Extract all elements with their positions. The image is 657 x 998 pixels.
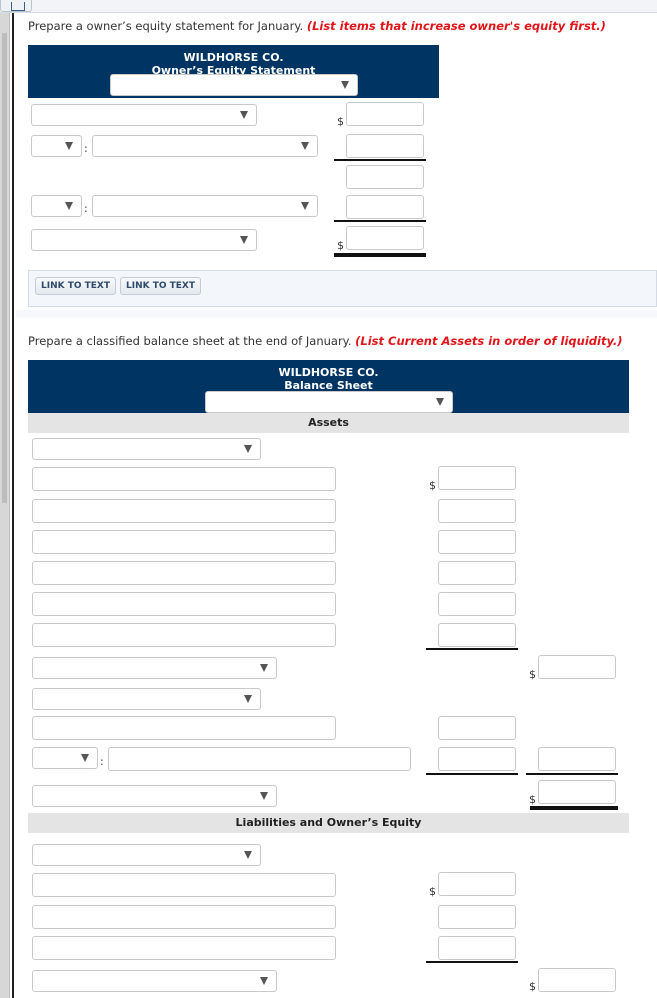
left-divider [12, 13, 14, 998]
asset-amount-input[interactable] [438, 499, 516, 523]
dollar-sign: $ [529, 668, 536, 681]
equity-row4-prefix-select[interactable] [31, 195, 82, 217]
colon-separator: : [84, 142, 88, 155]
balance-hint: (List Current Assets in order of liquidi… [355, 334, 623, 348]
total-double-rule [530, 806, 618, 810]
section-separator [16, 310, 657, 318]
chevron-down-icon [436, 398, 444, 406]
dollar-sign: $ [529, 793, 536, 806]
total-assets-select[interactable] [32, 785, 277, 807]
equity-row1-label-select[interactable] [31, 104, 257, 126]
chevron-down-icon [301, 142, 309, 150]
subtotal-rule [426, 961, 518, 963]
asset-item-input[interactable] [32, 716, 336, 740]
equity-row5-amount-input[interactable] [346, 226, 424, 250]
dollar-sign: $ [337, 115, 344, 128]
chevron-down-icon [341, 81, 349, 89]
liability-category-select[interactable] [32, 844, 261, 866]
chevron-down-icon [260, 664, 268, 672]
chevron-down-icon [260, 792, 268, 800]
asset-item-input[interactable] [32, 467, 336, 491]
chevron-down-icon [65, 202, 73, 210]
asset-amount-input[interactable] [438, 747, 516, 771]
asset-amount-input[interactable] [438, 623, 516, 647]
liability-item-input[interactable] [32, 873, 336, 897]
equity-hint: (List items that increase owner's equity… [306, 19, 606, 33]
dollar-sign: $ [337, 239, 344, 252]
equity-row5-label-select[interactable] [31, 229, 257, 251]
total-assets-input[interactable] [538, 780, 616, 804]
chevron-down-icon [244, 851, 252, 859]
asset-amount-input[interactable] [438, 592, 516, 616]
asset-category-select[interactable] [32, 688, 261, 710]
equity-row3-amount-input[interactable] [346, 165, 424, 189]
equity-prompt: Prepare a owner’s equity statement for J… [28, 19, 606, 33]
equity-row4-label-select[interactable] [92, 195, 318, 217]
dollar-sign: $ [429, 885, 436, 898]
chevron-down-icon [260, 977, 268, 985]
subtotal-rule [426, 773, 518, 775]
scrollbar[interactable] [0, 13, 10, 998]
total-current-assets-select[interactable] [32, 657, 277, 679]
equity-row4-amount-input[interactable] [346, 195, 424, 219]
asset-amount-input[interactable] [438, 530, 516, 554]
asset-amount-input[interactable] [438, 716, 516, 740]
equity-prompt-text: Prepare a owner’s equity statement for J… [28, 19, 304, 33]
net-asset-amount-input[interactable] [538, 747, 616, 771]
top-toolbar [0, 0, 657, 13]
asset-item-input[interactable] [32, 623, 336, 647]
chevron-down-icon [240, 236, 248, 244]
asset-item-input[interactable] [32, 561, 336, 585]
subtotal-rule [334, 159, 426, 161]
asset-category-select[interactable] [32, 438, 261, 460]
chevron-down-icon [244, 695, 252, 703]
liability-item-input[interactable] [32, 936, 336, 960]
liability-item-input[interactable] [32, 905, 336, 929]
expand-panel-icon[interactable] [0, 0, 32, 12]
colon-separator: : [84, 202, 88, 215]
chevron-down-icon [244, 445, 252, 453]
asset-amount-input[interactable] [438, 466, 516, 490]
total-double-rule [334, 253, 426, 257]
scrollbar-thumb[interactable] [2, 33, 7, 503]
subtotal-rule [526, 773, 618, 775]
equity-row1-amount-input[interactable] [346, 102, 424, 126]
liability-amount-input[interactable] [438, 936, 516, 960]
chevron-down-icon [301, 202, 309, 210]
chevron-down-icon [81, 754, 89, 762]
asset-amount-input[interactable] [438, 561, 516, 585]
liabilities-equity-band: Liabilities and Owner’s Equity [28, 813, 629, 833]
asset-item-input[interactable] [32, 530, 336, 554]
balance-prompt-text: Prepare a classified balance sheet at th… [28, 334, 352, 348]
assets-band: Assets [28, 413, 629, 433]
total-liabilities-select[interactable] [32, 970, 277, 992]
asset-item-input[interactable] [32, 499, 336, 523]
chevron-down-icon [65, 142, 73, 150]
asset-item-input[interactable] [32, 592, 336, 616]
balance-prompt: Prepare a classified balance sheet at th… [28, 334, 623, 348]
subtotal-rule [334, 220, 426, 222]
company-name: WILDHORSE CO. [183, 51, 284, 64]
dollar-sign: $ [429, 479, 436, 492]
liability-amount-input[interactable] [438, 905, 516, 929]
balance-date-select[interactable] [205, 391, 453, 413]
equity-row2-label-select[interactable] [92, 135, 318, 157]
liability-amount-input[interactable] [438, 872, 516, 896]
dollar-sign: $ [529, 980, 536, 993]
company-name: WILDHORSE CO. [278, 366, 379, 379]
total-current-assets-input[interactable] [538, 655, 616, 679]
chevron-down-icon [240, 111, 248, 119]
equity-row2-prefix-select[interactable] [31, 135, 82, 157]
total-liabilities-input[interactable] [538, 968, 616, 992]
link-to-text-button[interactable]: LINK TO TEXT [120, 277, 202, 295]
equity-date-select[interactable] [110, 74, 358, 96]
colon-separator: : [100, 755, 104, 768]
less-prefix-select[interactable] [32, 747, 98, 769]
equity-row2-amount-input[interactable] [346, 134, 424, 158]
link-to-text-button[interactable]: LINK TO TEXT [35, 277, 117, 295]
subtotal-rule [426, 648, 518, 650]
contra-asset-input[interactable] [108, 747, 411, 771]
